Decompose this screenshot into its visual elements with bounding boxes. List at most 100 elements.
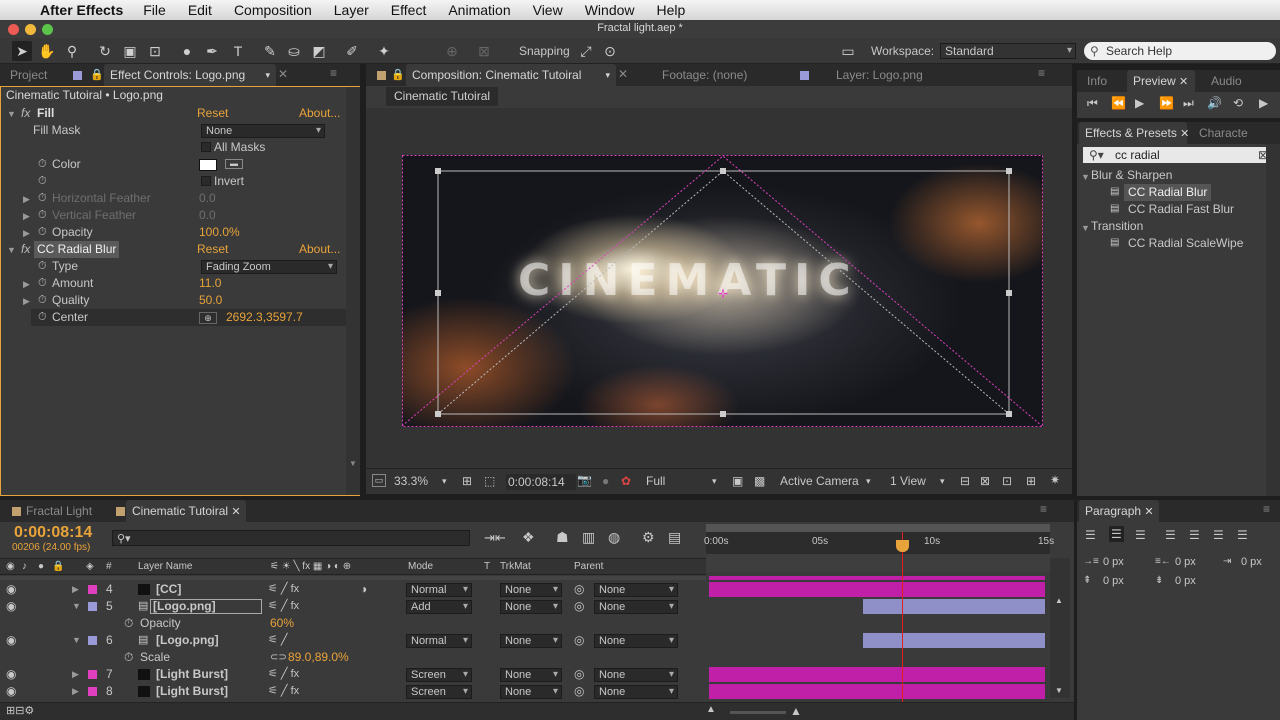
radial-blur-about-link[interactable]: About...: [299, 241, 340, 258]
snap-edges-icon[interactable]: ⤢: [576, 41, 596, 61]
graph-editor-icon[interactable]: ▤: [668, 529, 681, 546]
timeline-timecode[interactable]: 0:00:08:14: [14, 524, 92, 542]
layer-name[interactable]: [CC]: [156, 581, 181, 598]
workspace-dropdown[interactable]: Standard: [940, 43, 1076, 59]
snapshot-icon[interactable]: 📷: [577, 473, 592, 487]
radial-blur-effect-name[interactable]: CC Radial Blur: [34, 241, 120, 258]
eye-icon[interactable]: ◉: [6, 598, 16, 615]
fill-reset-link[interactable]: Reset: [197, 105, 228, 122]
layer-row-6[interactable]: ◉ ▼ 6 ▤ [Logo.png] ⚟ ╱ Normal None ◎ Non…: [0, 632, 706, 649]
category-blur-sharpen[interactable]: Blur & Sharpen: [1091, 167, 1172, 184]
type-dropdown[interactable]: Fading Zoom: [201, 260, 337, 274]
menu-composition[interactable]: Composition: [234, 2, 312, 18]
fill-twirl-icon[interactable]: ▼: [7, 109, 16, 119]
property-value[interactable]: 60%: [270, 615, 294, 632]
layer-name[interactable]: [Logo.png]: [156, 632, 219, 649]
pickwhip-icon[interactable]: ◎: [574, 683, 584, 700]
align-left-icon[interactable]: ☰: [1085, 528, 1096, 542]
trkmat-dropdown[interactable]: None: [500, 634, 562, 648]
fill-about-link[interactable]: About...: [299, 105, 340, 122]
menu-file[interactable]: File: [143, 2, 166, 18]
roto-brush-tool-icon[interactable]: ✐: [342, 41, 362, 61]
layer-switches-icons[interactable]: ⚟ ╱ fx: [268, 598, 299, 615]
flowchart-icon[interactable]: ⊞: [1026, 474, 1036, 488]
camera-tool-icon[interactable]: ▣: [120, 41, 140, 61]
pickwhip-icon[interactable]: ◎: [574, 598, 584, 615]
always-preview-icon[interactable]: ▭: [372, 474, 386, 487]
work-area-bar[interactable]: [706, 524, 1050, 532]
app-name[interactable]: After Effects: [40, 2, 123, 18]
radial-blur-twirl-icon[interactable]: ▼: [7, 245, 16, 255]
parent-dropdown[interactable]: None: [594, 634, 678, 648]
effect-cc-radial-blur[interactable]: CC Radial Blur: [1124, 184, 1212, 201]
twirl-down-icon[interactable]: ▼: [72, 632, 81, 649]
twirl-right-icon[interactable]: ▶: [23, 211, 30, 222]
quality-value[interactable]: 50.0: [199, 292, 222, 309]
toggle-pixel-aspect-icon[interactable]: ⊟: [960, 474, 970, 488]
layer-row-5[interactable]: ◉ ▼ 5 ▤ [Logo.png] ⚟ ╱ fx Add None ◎ Non…: [0, 598, 706, 615]
tab-fractal-light[interactable]: Fractal Light: [20, 500, 98, 522]
mode-dropdown[interactable]: Screen: [406, 685, 472, 699]
label-color-swatch[interactable]: [88, 670, 97, 679]
property-value[interactable]: 89.0,89.0%: [288, 649, 349, 666]
type-tool-icon[interactable]: T: [228, 41, 248, 61]
close-window-button[interactable]: [8, 24, 19, 35]
tab-cinematic-tutoiral[interactable]: Cinematic Tutoiral ✕: [126, 500, 246, 522]
timeline-scrollbar[interactable]: ▲ ▼: [1050, 558, 1070, 698]
twirl-down-icon[interactable]: ▼: [72, 598, 81, 615]
tab-footage[interactable]: Footage: (none): [656, 64, 753, 86]
motion-blur-icon[interactable]: ◍: [608, 529, 620, 546]
align-right-icon[interactable]: ☰: [1135, 528, 1146, 542]
timeline-search-input[interactable]: ⚲▾: [112, 530, 470, 546]
indent-left-value[interactable]: 0 px: [1103, 556, 1124, 568]
tab-character[interactable]: Characte: [1193, 122, 1254, 144]
exposure-icon[interactable]: ✷: [1050, 473, 1060, 487]
mode-dropdown[interactable]: Add: [406, 600, 472, 614]
color-swatch[interactable]: [199, 159, 217, 171]
panel-menu-icon[interactable]: ≡: [1038, 66, 1045, 80]
brush-tool-icon[interactable]: ✎: [260, 41, 280, 61]
all-masks-checkbox[interactable]: [201, 142, 211, 152]
panel-menu-icon[interactable]: ≡: [1263, 502, 1270, 516]
parent-dropdown[interactable]: None: [594, 668, 678, 682]
tab-preview[interactable]: Preview ✕: [1127, 70, 1195, 92]
mode-dropdown[interactable]: Normal: [406, 634, 472, 648]
world-axis-icon[interactable]: ⊠: [474, 41, 494, 61]
tab-effect-controls[interactable]: Effect Controls: Logo.png ▾: [104, 64, 276, 86]
stopwatch-icon[interactable]: ⏱: [38, 158, 47, 171]
zoom-window-button[interactable]: [42, 24, 53, 35]
trkmat-dropdown[interactable]: None: [500, 668, 562, 682]
tab-composition[interactable]: Composition: Cinematic Tutoiral ▾: [406, 64, 616, 86]
indent-first-value[interactable]: 0 px: [1241, 556, 1262, 568]
panel-menu-icon[interactable]: ≡: [330, 66, 337, 80]
scroll-down-icon[interactable]: ▼: [349, 459, 357, 468]
effects-search-input[interactable]: ⚲▾ cc radial ⊠: [1083, 147, 1271, 163]
label-color-swatch[interactable]: [88, 687, 97, 696]
effect-controls-scrollbar[interactable]: ▼: [346, 87, 360, 495]
effects-scrollbar[interactable]: [1266, 144, 1280, 496]
selection-tool-icon[interactable]: ➤: [12, 41, 32, 61]
playhead-line[interactable]: [902, 532, 903, 702]
lock-icon[interactable]: 🔒: [90, 68, 104, 81]
menu-window[interactable]: Window: [585, 2, 635, 18]
transparency-grid-icon[interactable]: ▩: [754, 474, 765, 488]
pickwhip-icon[interactable]: ◎: [574, 632, 584, 649]
toggle-switches-icon[interactable]: ⊞⊟⚙: [6, 704, 34, 717]
tab-effects-presets[interactable]: Effects & Presets ✕: [1079, 122, 1189, 144]
twirl-right-icon[interactable]: ▶: [23, 228, 30, 239]
layer-name-header[interactable]: Layer Name: [138, 559, 192, 575]
tab-project[interactable]: Project: [4, 64, 53, 86]
panel-menu-icon[interactable]: ≡: [1040, 502, 1047, 516]
loop-icon[interactable]: ⟲: [1233, 96, 1243, 110]
justify-right-icon[interactable]: ☰: [1213, 528, 1224, 542]
stopwatch-icon[interactable]: ⏱: [124, 615, 133, 632]
property-row-opacity[interactable]: ⏱ Opacity 60%: [0, 615, 706, 632]
justify-all-icon[interactable]: ☰: [1237, 528, 1248, 542]
close-tab-icon[interactable]: ✕: [618, 67, 628, 81]
view-layout-dropdown[interactable]: 1 View ▾: [886, 474, 950, 489]
trkmat-dropdown[interactable]: None: [500, 583, 562, 597]
eye-icon[interactable]: ◉: [6, 581, 16, 598]
zoom-out-icon[interactable]: ▲: [706, 704, 716, 715]
effect-cc-radial-scalewipe[interactable]: CC Radial ScaleWipe: [1128, 235, 1243, 252]
ellipse-tool-icon[interactable]: ●: [177, 41, 197, 61]
